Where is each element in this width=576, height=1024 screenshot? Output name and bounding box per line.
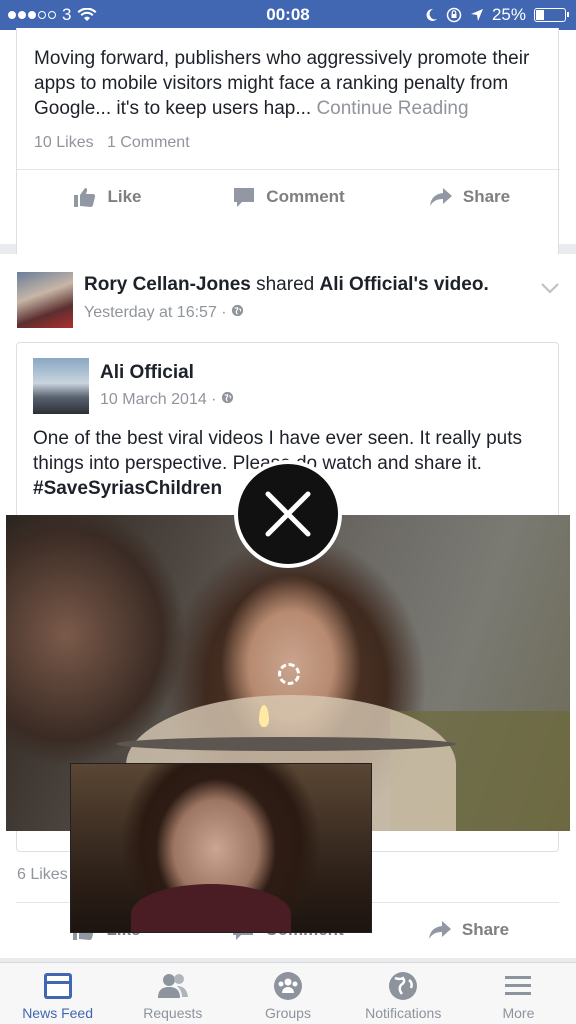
shared-link-box: Moving forward, publishers who aggressiv… [16,28,560,258]
inner-post-date: 10 March 2014 · [100,391,234,409]
globe-icon [221,391,234,404]
moon-icon [426,8,437,21]
share-button[interactable]: Share [378,903,559,956]
post-text: Moving forward, publishers who aggressiv… [34,48,530,119]
location-icon [470,9,483,21]
battery-icon [534,8,569,22]
hashtag-link[interactable]: #SaveSyriasChildren [33,478,222,499]
status-bar: 3 00:08 25% [0,0,576,30]
post-actions: Like Comment Share [17,169,560,223]
comments-count[interactable]: 1 Comment [107,134,190,151]
pip-video-player[interactable] [70,763,372,933]
bottom-tab-bar: News Feed Requests Groups Notifications … [0,962,576,1024]
battery-percent: 25% [491,5,526,24]
tab-more[interactable]: More [461,963,576,1024]
continue-reading-link[interactable]: Continue Reading [316,98,468,119]
comment-icon [234,187,255,207]
likes-count[interactable]: 10 Likes [34,134,94,151]
original-poster-name[interactable]: Ali Official [320,274,414,295]
loading-spinner-icon [278,663,300,685]
thumbs-up-icon [74,187,96,207]
share-arrow-icon [428,920,451,939]
post-headline: Rory Cellan-Jones shared Ali Official's … [84,274,489,295]
groups-icon [274,972,302,1000]
reaction-counts: 10 Likes 1 Comment [34,134,190,152]
like-button[interactable]: Like [17,170,198,223]
tab-notifications[interactable]: Notifications [346,963,461,1024]
avatar[interactable] [17,272,73,328]
share-arrow-icon [429,187,452,206]
sharer-name[interactable]: Rory Cellan-Jones [84,274,251,295]
news-feed-icon [43,973,72,999]
tab-news-feed[interactable]: News Feed [0,963,115,1024]
share-button[interactable]: Share [379,170,560,223]
close-icon [265,491,311,537]
menu-icon [505,976,532,995]
globe-icon [389,972,418,1000]
close-video-button[interactable] [234,460,342,568]
post-card-previous: Moving forward, publishers who aggressiv… [0,28,576,258]
avatar[interactable] [33,358,89,414]
requests-icon [157,974,188,998]
post-timestamp: Yesterday at 16:57 · [84,304,244,322]
likes-count[interactable]: 6 Likes [17,866,68,884]
tab-requests[interactable]: Requests [115,963,230,1024]
globe-icon [232,304,244,317]
rotation-lock-icon [446,7,462,23]
inner-author-name[interactable]: Ali Official [100,362,194,384]
tab-groups[interactable]: Groups [230,963,345,1024]
chevron-down-icon[interactable] [540,280,560,296]
comment-button[interactable]: Comment [198,170,379,223]
